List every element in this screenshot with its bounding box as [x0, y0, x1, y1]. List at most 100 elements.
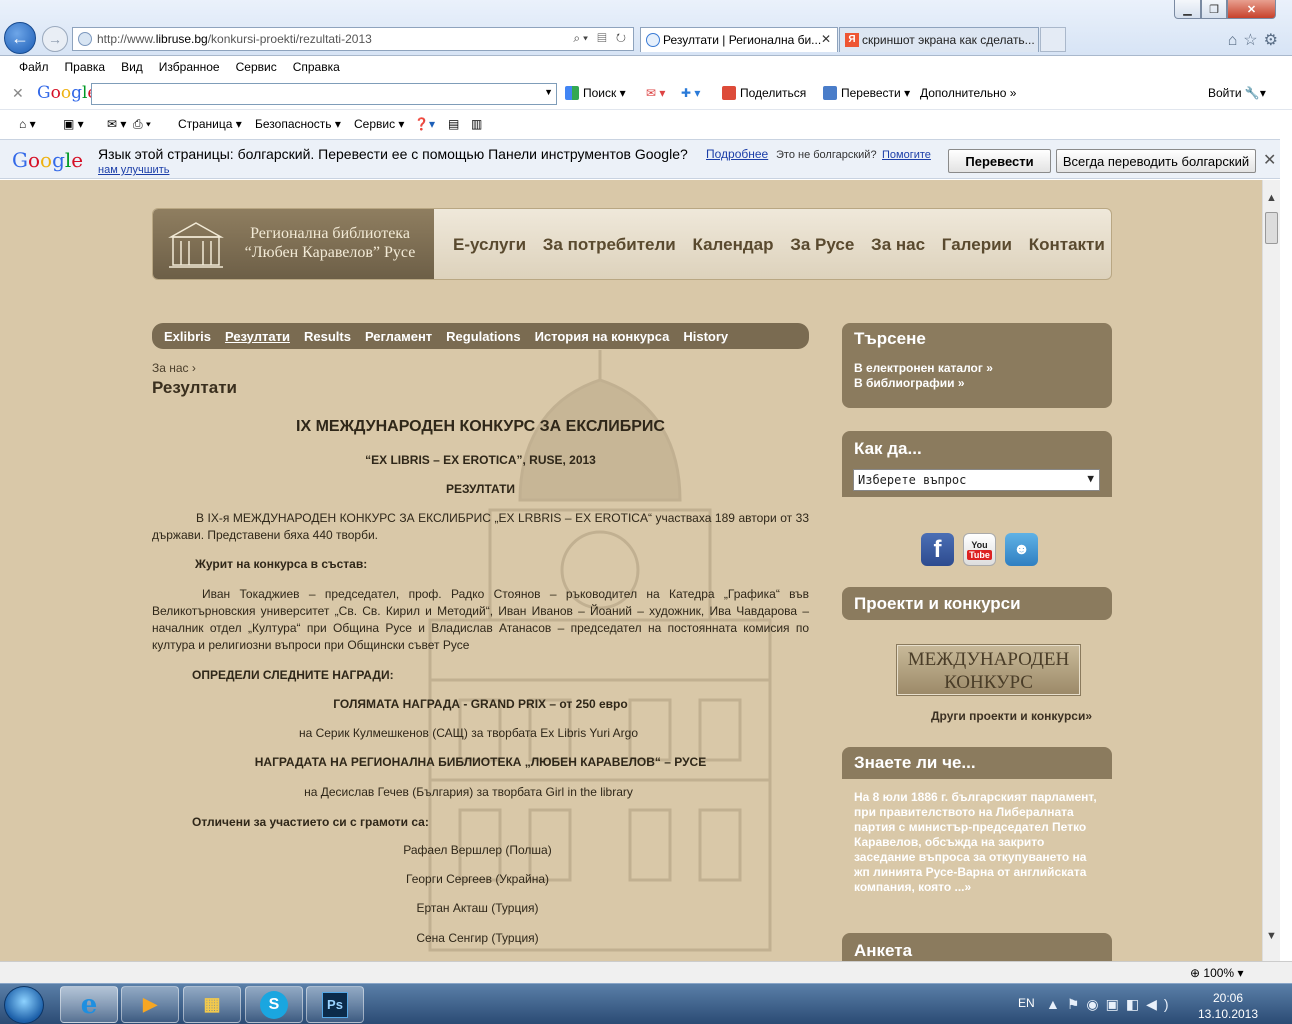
translate-message: Язык этой страницы: болгарский. Перевест…	[98, 146, 688, 162]
close-window-button[interactable]: ✕	[1227, 0, 1276, 19]
menu-file[interactable]: Файл	[19, 60, 49, 74]
diplomas-title: Отличени за участието си с грамоти са:	[192, 815, 429, 829]
help-link-1[interactable]: Помогите	[882, 149, 931, 161]
clock[interactable]: 20:06 13.10.2013	[1196, 990, 1260, 1022]
tab-close-icon[interactable]: ✕	[821, 32, 831, 46]
onenote-icon[interactable]: ▥	[471, 117, 482, 131]
menu-view[interactable]: Вид	[121, 60, 143, 74]
other-projects-link[interactable]: Други проекти и конкурси»	[931, 709, 1092, 723]
subnav-regulations-en[interactable]: Regulations	[446, 329, 520, 344]
subnav-exlibris[interactable]: Exlibris	[164, 329, 211, 344]
dropdown-arrow-icon[interactable]: ▼	[544, 87, 553, 97]
language-indicator[interactable]: EN	[1018, 996, 1035, 1010]
did-you-know-panel: Знаете ли че...	[842, 747, 1112, 779]
zoom-icon: ⊕	[1190, 966, 1201, 980]
help-link-2[interactable]: нам улучшить	[98, 164, 169, 176]
catalog-search-link[interactable]: В електронен каталог »	[854, 361, 993, 375]
nav-about-ruse[interactable]: За Русе	[790, 235, 854, 254]
photoshop-label: Ps	[322, 991, 348, 1018]
scroll-up-icon[interactable]: ▲	[1263, 192, 1280, 204]
new-tab-button[interactable]	[1040, 27, 1066, 52]
contest-button-line2: КОНКУРС	[944, 672, 1033, 693]
diploma-item: Георги Сергеев (Украйна)	[406, 872, 549, 886]
close-translate-bar-icon[interactable]: ✕	[1263, 150, 1276, 170]
home-icon[interactable]: ⌂ ▾	[19, 117, 36, 131]
bookmarks-button[interactable]: ✚ ▾	[681, 86, 700, 100]
vertical-scrollbar[interactable]: ▲ ▼	[1262, 180, 1280, 961]
nav-about-us[interactable]: За нас	[871, 235, 925, 254]
start-button[interactable]	[4, 986, 44, 1024]
subnav-history-bg[interactable]: История на конкурса	[535, 329, 670, 344]
ie-page-icon	[646, 33, 660, 47]
signin-button[interactable]: Войти 🔧▾	[1208, 86, 1266, 100]
question-select[interactable]: Изберете въпрос ▼	[853, 469, 1100, 491]
more-info-link[interactable]: Подробнее	[706, 147, 768, 161]
library-logo[interactable]: Регионална библиотека “Любен Каравелов” …	[153, 209, 434, 279]
subnav-history-en[interactable]: History	[683, 329, 728, 344]
maximize-button[interactable]: ❐	[1201, 0, 1227, 19]
nav-for-users[interactable]: За потребители	[543, 235, 676, 254]
menu-favorites[interactable]: Избранное	[159, 60, 220, 74]
share-label: Поделиться	[740, 86, 807, 100]
intro-paragraph: В IX-я МЕЖДУНАРОДЕН КОНКУРС ЗА ЕКСЛИБРИС…	[152, 511, 809, 542]
bibliography-search-link[interactable]: В библиографии »	[854, 376, 965, 390]
help-icon[interactable]: ❓▾	[414, 117, 435, 131]
youtube-icon[interactable]: You Tube	[963, 533, 996, 566]
clock-date: 13.10.2013	[1197, 1007, 1259, 1021]
skype-icon[interactable]: S	[245, 986, 303, 1023]
photoshop-icon[interactable]: Ps	[306, 986, 364, 1023]
always-translate-button[interactable]: Всегда переводить болгарский	[1056, 149, 1256, 173]
scroll-thumb[interactable]	[1265, 212, 1278, 244]
close-toolbar-icon[interactable]: ✕	[12, 85, 24, 102]
nav-e-services[interactable]: Е-услуги	[453, 235, 526, 254]
nav-galleries[interactable]: Галерии	[942, 235, 1012, 254]
nav-contacts[interactable]: Контакти	[1029, 235, 1105, 254]
menu-edit[interactable]: Правка	[65, 60, 106, 74]
arrow-left-icon: ←	[11, 27, 29, 48]
print-icon[interactable]: ⎙ ▾	[133, 117, 151, 132]
security-menu[interactable]: Безопасность ▾	[255, 117, 341, 131]
subnav-results-bg[interactable]: Резултати	[225, 329, 290, 344]
subnav-regulations-bg[interactable]: Регламент	[365, 329, 432, 344]
research-icon[interactable]: ▤	[448, 117, 459, 131]
did-you-know-text[interactable]: На 8 юли 1886 г. българският парламент, …	[854, 790, 1104, 895]
home-favorites-settings-icons[interactable]: ⌂☆⚙	[1228, 30, 1284, 50]
explorer-folder-icon[interactable]: ▦	[183, 986, 241, 1023]
feeds-icon[interactable]: ▣ ▾	[63, 117, 84, 131]
menu-help[interactable]: Справка	[293, 60, 340, 74]
nav-calendar[interactable]: Календар	[693, 235, 774, 254]
how-to-title: Как да...	[854, 439, 922, 458]
forward-button[interactable]: →	[42, 26, 68, 52]
share-button[interactable]: Поделиться	[722, 86, 806, 100]
minimize-button[interactable]: ▁	[1174, 0, 1201, 19]
gmail-button[interactable]: ✉ ▾	[646, 86, 665, 100]
menu-tools[interactable]: Сервис	[236, 60, 277, 74]
search-panel-title: Търсене	[854, 329, 926, 348]
google-search-input[interactable]: ▼	[91, 83, 557, 105]
ie-taskbar-icon[interactable]: e	[60, 986, 118, 1023]
tab-active[interactable]: Резултати | Регионална би... ✕	[640, 27, 838, 52]
zoom-control[interactable]: ⊕ 100% ▾	[1190, 966, 1243, 980]
scroll-down-icon[interactable]: ▼	[1263, 930, 1280, 942]
mail-icon[interactable]: ✉ ▾	[107, 117, 126, 131]
media-player-icon[interactable]: ▶	[121, 986, 179, 1023]
share-icon	[722, 86, 736, 100]
translate-page-button[interactable]: Перевести	[948, 149, 1051, 173]
address-tools-icons[interactable]: ⌕▾ ▤ ↻	[573, 31, 629, 46]
translate-button[interactable]: Перевести ▾	[823, 86, 910, 100]
address-bar[interactable]: http://www. libruse.bg/konkursi-proekti/r…	[72, 27, 634, 51]
google-logo: Google	[37, 83, 97, 103]
back-button[interactable]: ←	[4, 22, 36, 54]
breadcrumb[interactable]: За нас ›	[152, 361, 196, 375]
facebook-icon[interactable]: f	[921, 533, 954, 566]
page-menu[interactable]: Страница ▾	[178, 117, 242, 131]
international-contest-button[interactable]: МЕЖДУНАРОДЕН КОНКУРС	[897, 645, 1080, 695]
service-menu[interactable]: Сервис ▾	[354, 117, 404, 131]
tab-other[interactable]: Я скриншот экрана как сделать...	[839, 27, 1039, 52]
zoom-level: 100%	[1203, 966, 1235, 980]
more-button[interactable]: Дополнительно »	[920, 86, 1016, 100]
slideshare-icon[interactable]: ☻	[1005, 533, 1038, 566]
google-search-button[interactable]: Поиск ▾	[565, 86, 626, 100]
subnav-results-en[interactable]: Results	[304, 329, 351, 344]
system-tray-icons[interactable]: ▲⚑◉▣◧◀)	[1046, 996, 1176, 1013]
